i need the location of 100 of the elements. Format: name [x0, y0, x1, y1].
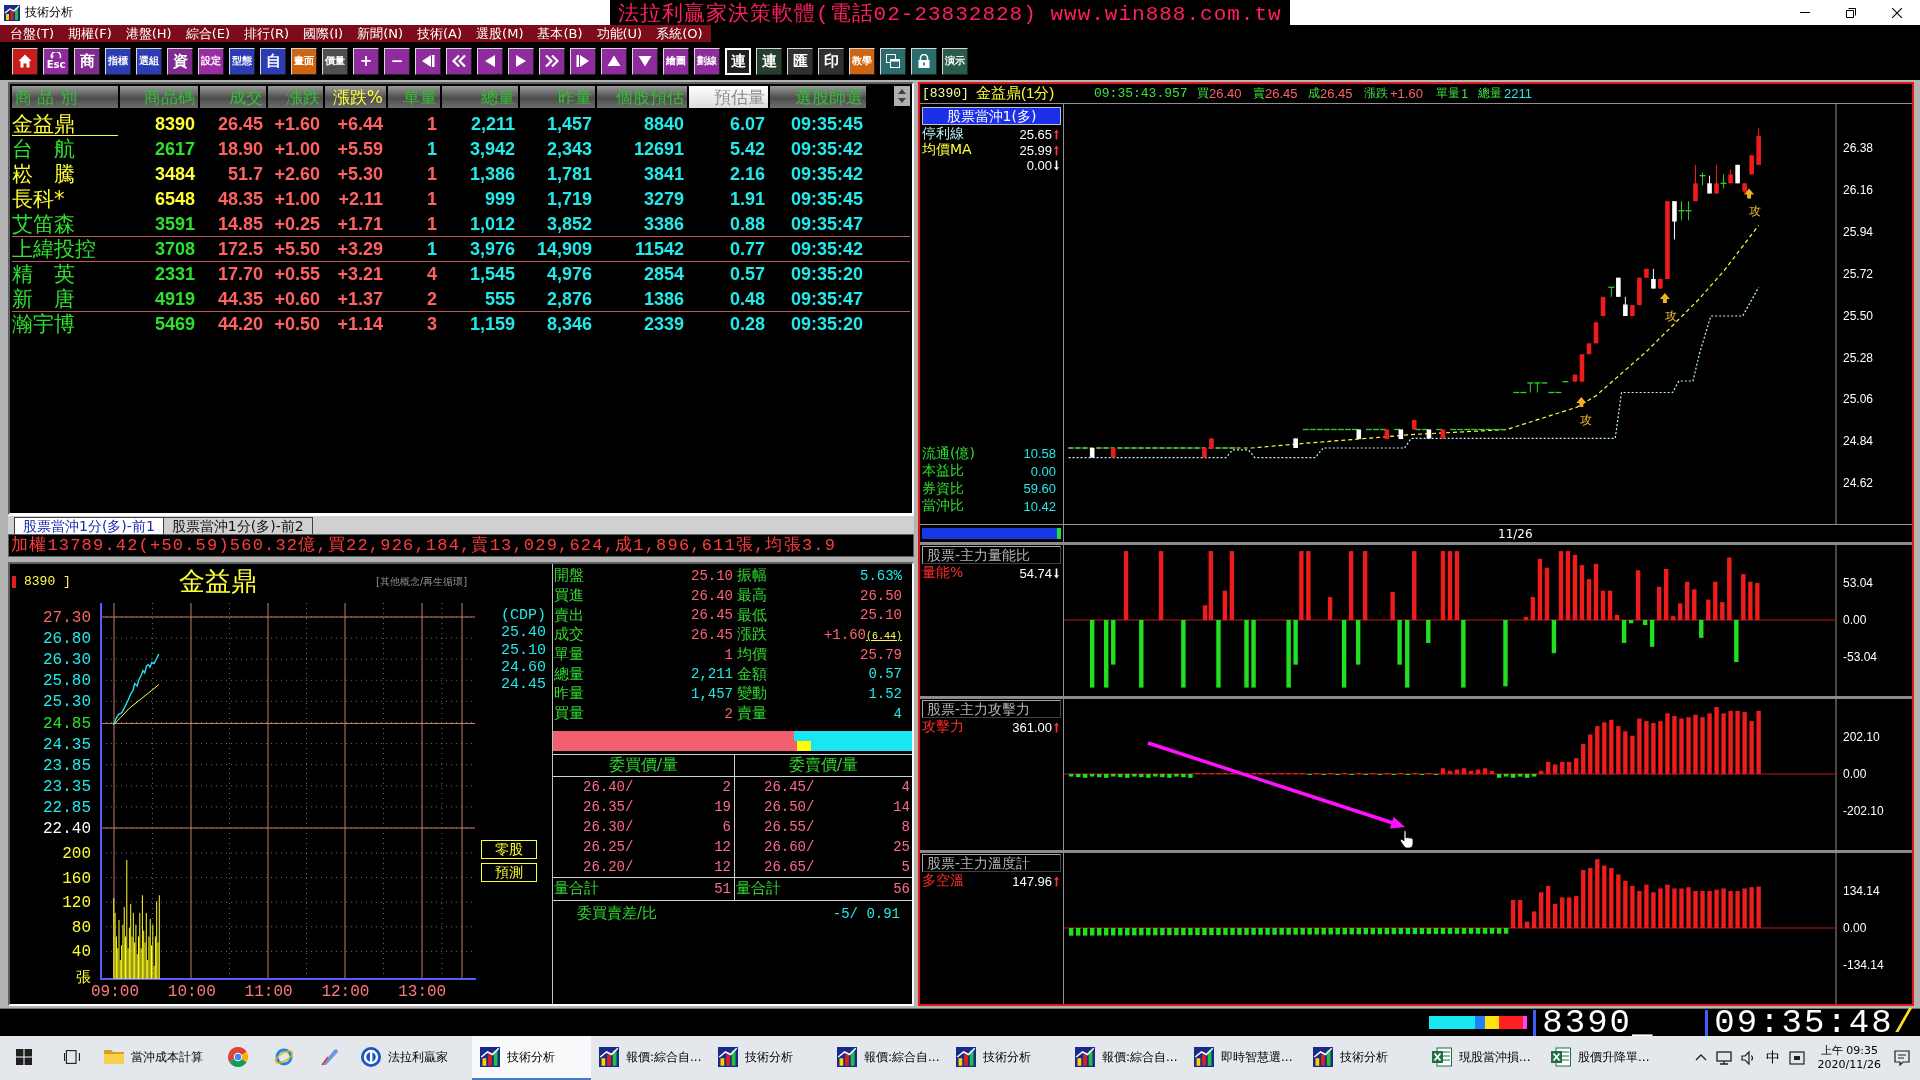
toolbar-button[interactable] [880, 47, 906, 75]
toolbar-button[interactable]: Esc [43, 47, 69, 75]
toolbar-button[interactable]: 選組 [136, 47, 162, 75]
toolbar-button[interactable] [911, 47, 937, 75]
toolbar-button[interactable]: 型態 [229, 47, 255, 75]
menu-item[interactable]: 港盤(H) [125, 25, 172, 42]
taskbar-item[interactable]: 當沖成本計算 [96, 1036, 215, 1080]
quote-time: 09:35:43.957 [1094, 86, 1189, 101]
toolbar-button[interactable]: 連 [725, 47, 751, 75]
up-arrow-icon [1744, 188, 1755, 199]
chart-option-button[interactable]: 預測 [481, 863, 537, 882]
toolbar-button[interactable] [570, 47, 596, 75]
menu-item[interactable]: 綜合(E) [185, 25, 230, 42]
toolbar-button[interactable]: + [353, 47, 379, 75]
toolbar-button[interactable]: 設定 [198, 47, 224, 75]
field-label: 買量 [554, 704, 585, 724]
toolbar-button[interactable] [415, 47, 441, 75]
axis-label: 12:00 [321, 983, 370, 1001]
toolbar-button[interactable] [12, 47, 38, 75]
scroll-thumb[interactable] [1057, 528, 1061, 539]
scroll-track[interactable] [922, 528, 1061, 539]
menu-item[interactable]: 功能(U) [596, 25, 643, 42]
table-row[interactable]: 新 唐 4919 44.35 +0.60 +1.37 2 555 2,876 1386 0.48 09:35:47 [12, 287, 910, 312]
ime-indicator[interactable]: 中 [1765, 1049, 1780, 1067]
notification-icon[interactable] [1894, 1050, 1910, 1066]
table-row[interactable]: 精 英 2331 17.70 +0.55 +3.21 4 1,545 4,976 2854 0.57 09:35:20 [12, 262, 910, 287]
toolbar-button[interactable]: − [384, 47, 410, 75]
table-row[interactable]: 長科* 6548 48.35 +1.00 +2.11 1 999 1,719 3279 1.91 09:35:45 [12, 187, 910, 212]
taskbar-item[interactable]: 技術分析 [710, 1036, 829, 1080]
toolbar-button[interactable]: 演示 [942, 47, 968, 75]
table-row[interactable]: 台 航 2617 18.90 +1.00 +5.59 1 3,942 2,343 12691 5.42 09:35:42 [12, 137, 910, 162]
taskbar-item[interactable]: 技術分析 [1305, 1036, 1424, 1080]
taskbar-item[interactable]: 即時智慧選... [1186, 1036, 1305, 1080]
taskbar-item[interactable]: 技術分析 [948, 1036, 1067, 1080]
toolbar-button[interactable] [632, 47, 658, 75]
menu-item[interactable]: 選股(M) [476, 25, 524, 42]
table-cell-text: 3841 [642, 164, 685, 184]
tab[interactable]: 股票當沖1分(多)-前2 [162, 517, 313, 534]
field-value: 25.79 [859, 646, 902, 663]
toolbar-button[interactable]: 匯 [787, 47, 813, 75]
menu-item[interactable]: 期權(F) [68, 25, 112, 42]
axis-label: 25.50 [1843, 308, 1874, 323]
table-row[interactable]: 艾笛森 3591 14.85 +0.25 +1.71 1 1,012 3,852 3386 0.88 09:35:47 [12, 212, 910, 237]
windows-icon [886, 54, 900, 68]
toolbar-button[interactable]: 商 [74, 47, 100, 75]
toolbar-button[interactable]: 指標 [105, 47, 131, 75]
table-row[interactable]: 瀚宇博 5469 44.20 +0.50 +1.14 3 1,159 8,346 2339 0.28 09:35:20 [12, 312, 910, 337]
toolbar-button[interactable]: 劃線 [694, 47, 720, 75]
menu-item[interactable]: 排行(R) [244, 25, 290, 42]
field-label: 漲跌 [736, 625, 768, 645]
taskbar-item[interactable]: 報價:綜合自... [1067, 1036, 1186, 1080]
start-icon [16, 1049, 32, 1065]
stock-code-field[interactable]: 8390_ [1533, 1009, 1709, 1036]
hand-cursor-icon [1399, 830, 1414, 849]
toolbar-button[interactable] [508, 47, 534, 75]
table-row[interactable]: 上緯投控 3708 172.5 +5.50 +3.29 1 3,976 14,909 11542 0.77 09:35:42 [12, 237, 910, 262]
column-header[interactable]: 漲跌% [325, 86, 386, 108]
taskbar-item[interactable]: 報價:綜合自... [829, 1036, 948, 1080]
table-row[interactable]: 崧 騰 3484 51.7 +2.60 +5.30 1 1,386 1,781 3841 2.16 09:35:42 [12, 162, 910, 187]
taskbar-item[interactable]: 股價升降單... [1543, 1036, 1662, 1080]
toolbar-button[interactable] [539, 47, 565, 75]
taskbar-item[interactable]: 法拉利贏家 [353, 1036, 472, 1080]
axis-label: 202.10 [1843, 730, 1880, 744]
menu-item[interactable]: 新聞(N) [357, 25, 404, 42]
toolbar-button[interactable]: 繪圖 [663, 47, 689, 75]
field-value: 1,457 [690, 685, 733, 702]
toolbar-button[interactable]: 價量 [322, 47, 348, 75]
browser-icon [228, 1047, 248, 1067]
toolbar-button[interactable] [446, 47, 472, 75]
table-cell-text: 1,386 [468, 164, 516, 184]
table-cell-text: 4919 [153, 289, 196, 309]
toolbar-button[interactable] [601, 47, 627, 75]
ask-quantity: 4 [901, 778, 910, 795]
table-cell-text: +3.21 [336, 264, 384, 284]
toolbar-button[interactable]: 畫面 [291, 47, 317, 75]
toolbar-button[interactable]: 教學 [849, 47, 875, 75]
taskbar-item[interactable]: 技術分析 [472, 1036, 591, 1080]
menu-item[interactable]: 技術(A) [417, 25, 463, 42]
menu-item[interactable]: 台盤(T) [10, 25, 55, 42]
up-arrow-icon [1576, 397, 1587, 408]
table-cell-text: 1 [426, 164, 438, 184]
menu-item[interactable]: 基本(B) [537, 25, 583, 42]
toolbar-button[interactable]: 資 [167, 47, 193, 75]
taskbar-clock[interactable]: 上午 09:35 2020/11/26 [1813, 1044, 1885, 1072]
network-icon[interactable] [1715, 1050, 1732, 1066]
menu-item[interactable]: 系統(O) [656, 25, 703, 42]
table-cell-text: 44.35 [216, 289, 264, 309]
input-mode-icon[interactable] [1788, 1050, 1805, 1066]
field-label: 開盤 [554, 566, 585, 586]
table-row[interactable]: 金益鼎 8390 26.45 +1.60 +6.44 1 2,211 1,457 8840 6.07 09:35:45 [12, 112, 910, 137]
toolbar-button[interactable]: 印 [818, 47, 844, 75]
toolbar-button[interactable]: 自 [260, 47, 286, 75]
toolbar-button[interactable] [477, 47, 503, 75]
tab[interactable]: 股票當沖1分(多)-前1 [14, 517, 164, 534]
toolbar-button[interactable]: 連 [756, 47, 782, 75]
chart-option-button[interactable]: 零股 [481, 840, 537, 859]
taskbar-item[interactable]: 報價:綜合自... [591, 1036, 710, 1080]
taskbar-item[interactable]: 現股當沖損... [1424, 1036, 1543, 1080]
scroll-arrows-icon[interactable] [894, 86, 910, 106]
menu-item[interactable]: 國際(I) [303, 25, 344, 42]
